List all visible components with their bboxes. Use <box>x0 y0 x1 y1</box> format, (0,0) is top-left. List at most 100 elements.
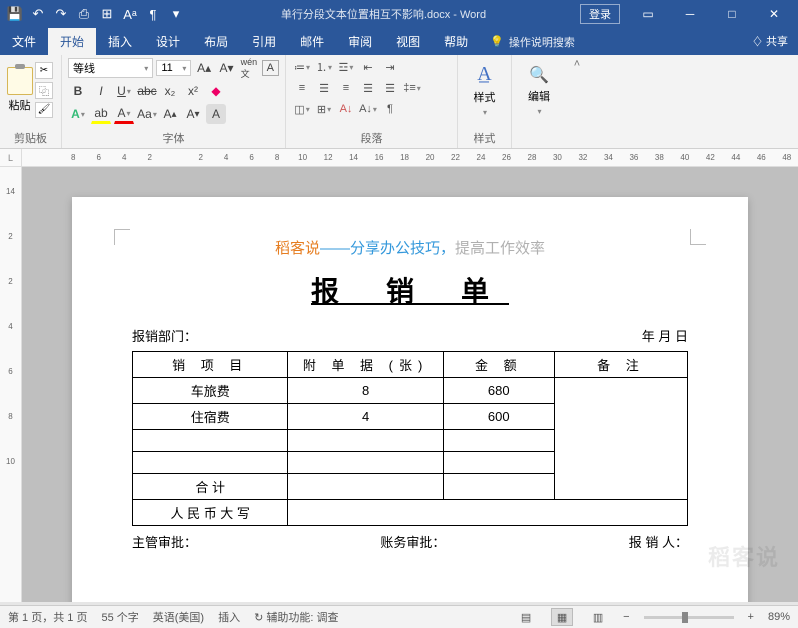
qat-btn[interactable]: ⎙ <box>73 3 95 25</box>
highlight-icon[interactable]: ab <box>91 104 111 124</box>
multilevel-icon[interactable]: ☲▾ <box>336 58 356 76</box>
tab-insert[interactable]: 插入 <box>96 28 144 55</box>
change-case-icon[interactable]: Aa▾ <box>137 104 157 124</box>
text-effects-icon[interactable]: A▾ <box>68 104 88 124</box>
table-rmb-row: 人 民 币 大 写 <box>133 500 688 526</box>
strikethrough-icon[interactable]: abc <box>137 81 157 101</box>
shading-icon[interactable]: ◫▾ <box>292 100 312 118</box>
tell-me-search[interactable]: 💡操作说明搜索 <box>480 28 585 55</box>
close-icon[interactable]: ✕ <box>754 1 794 27</box>
table-row: 车旅费8680 <box>133 378 688 404</box>
styles-button[interactable]: A̲ 样式 ▾ <box>464 58 505 122</box>
zoom-out-icon[interactable]: − <box>623 611 629 623</box>
zoom-level[interactable]: 89% <box>768 611 790 623</box>
char-border-icon[interactable]: A <box>262 60 279 76</box>
read-mode-icon[interactable]: ▤ <box>515 608 537 626</box>
grow-font-icon[interactable]: A▴ <box>194 58 213 78</box>
group-label-font: 字体 <box>68 128 279 146</box>
page-title: 报 销 单 <box>132 270 688 310</box>
zoom-in-icon[interactable]: + <box>748 611 754 623</box>
enclose-char-icon[interactable]: A <box>206 104 226 124</box>
watermark: 稻客说 <box>708 540 780 572</box>
minimize-icon[interactable]: ─ <box>670 1 710 27</box>
status-words[interactable]: 55 个字 <box>101 609 138 625</box>
approval-footer: 主管审批： 账务审批： 报 销 人： <box>132 532 688 551</box>
tab-review[interactable]: 审阅 <box>336 28 384 55</box>
tab-file[interactable]: 文件 <box>0 28 48 55</box>
group-label-clipboard: 剪贴板 <box>6 128 55 146</box>
tab-mailings[interactable]: 邮件 <box>288 28 336 55</box>
copy-icon[interactable]: ⿻ <box>35 82 53 99</box>
document-title: 单行分段文本位置相互不影响.docx - Word <box>187 6 580 22</box>
tab-references[interactable]: 引用 <box>240 28 288 55</box>
distribute-icon[interactable]: ☰ <box>380 79 400 97</box>
align-left-icon[interactable]: ≡ <box>292 79 312 97</box>
shrink-font-icon[interactable]: A▾ <box>217 58 236 78</box>
qat-dropdown-icon[interactable]: ▾ <box>165 3 187 25</box>
login-button[interactable]: 登录 <box>580 4 620 24</box>
redo-icon[interactable]: ↷ <box>50 3 72 25</box>
meta-row: 报销部门： 年 月 日 <box>132 326 688 345</box>
tab-view[interactable]: 视图 <box>384 28 432 55</box>
share-button[interactable]: ♢ 共享 <box>742 28 798 55</box>
decrease-indent-icon[interactable]: ⇤ <box>358 58 378 76</box>
margin-corner-icon <box>690 229 706 245</box>
shrink-font2-icon[interactable]: A▾ <box>183 104 203 124</box>
increase-indent-icon[interactable]: ⇥ <box>380 58 400 76</box>
styles-icon: A̲ <box>477 63 491 86</box>
underline-icon[interactable]: U▾ <box>114 81 134 101</box>
tab-help[interactable]: 帮助 <box>432 28 480 55</box>
bold-icon[interactable]: B <box>68 81 88 101</box>
qat-btn[interactable]: Aᵃ <box>119 3 141 25</box>
tab-home[interactable]: 开始 <box>48 28 96 55</box>
editing-button[interactable]: 🔍 编辑 ▾ <box>518 58 560 122</box>
italic-icon[interactable]: I <box>91 81 111 101</box>
status-mode[interactable]: 插入 <box>218 609 240 625</box>
qat-btn[interactable]: ⊞ <box>96 3 118 25</box>
sort2-icon[interactable]: A↓▾ <box>358 100 378 118</box>
page[interactable]: 稻客说——分享办公技巧，提高工作效率 报 销 单 报销部门： 年 月 日 销 项… <box>72 197 748 602</box>
status-page[interactable]: 第 1 页，共 1 页 <box>8 609 87 625</box>
ruler-vertical[interactable]: 142246810 <box>0 167 22 602</box>
borders-icon[interactable]: ⊞▾ <box>314 100 334 118</box>
ruler-horizontal[interactable]: 8642246810121416182022242628303234363840… <box>22 149 798 167</box>
print-layout-icon[interactable]: ▦ <box>551 608 573 626</box>
show-marks-icon[interactable]: ¶ <box>380 100 400 118</box>
table-header-row: 销 项 目 附 单 据 (张) 金 额 备 注 <box>133 352 688 378</box>
subscript-icon[interactable]: x₂ <box>160 81 180 101</box>
reimbursement-table: 销 项 目 附 单 据 (张) 金 额 备 注 车旅费8680 住宿费4600 … <box>132 351 688 526</box>
grow-font2-icon[interactable]: A▴ <box>160 104 180 124</box>
sort-icon[interactable]: A↓ <box>336 100 356 118</box>
collapse-ribbon-icon[interactable]: ˄ <box>566 55 588 148</box>
web-layout-icon[interactable]: ▥ <box>587 608 609 626</box>
phonetic-icon[interactable]: wén文 <box>239 58 258 78</box>
status-access[interactable]: ↻ 辅助功能: 调查 <box>254 609 338 625</box>
line-spacing-icon[interactable]: ‡≡▾ <box>402 79 422 97</box>
group-label-paragraph: 段落 <box>292 128 451 146</box>
align-right-icon[interactable]: ≡ <box>336 79 356 97</box>
numbering-icon[interactable]: ⒈▾ <box>314 58 334 76</box>
zoom-slider[interactable] <box>644 616 734 619</box>
bullets-icon[interactable]: ≔▾ <box>292 58 312 76</box>
font-name-select[interactable]: 等线▾ <box>68 58 153 78</box>
document-canvas[interactable]: 稻客说——分享办公技巧，提高工作效率 报 销 单 报销部门： 年 月 日 销 项… <box>22 167 798 602</box>
tab-design[interactable]: 设计 <box>144 28 192 55</box>
cut-icon[interactable]: ✂ <box>35 62 53 79</box>
undo-icon[interactable]: ↶ <box>27 3 49 25</box>
clear-format-icon[interactable]: ◆ <box>206 81 226 101</box>
save-icon[interactable]: 💾 <box>4 3 26 25</box>
align-center-icon[interactable]: ☰ <box>314 79 334 97</box>
font-size-select[interactable]: 11▾ <box>156 60 191 76</box>
tab-layout[interactable]: 布局 <box>192 28 240 55</box>
superscript-icon[interactable]: x² <box>183 81 203 101</box>
qat-btn[interactable]: ¶ <box>142 3 164 25</box>
paste-icon <box>7 67 33 95</box>
ribbon-options-icon[interactable]: ▭ <box>628 1 668 27</box>
maximize-icon[interactable]: □ <box>712 1 752 27</box>
font-color-icon[interactable]: A▾ <box>114 104 134 124</box>
group-label-styles: 样式 <box>464 128 505 146</box>
justify-icon[interactable]: ☰ <box>358 79 378 97</box>
status-lang[interactable]: 英语(美国) <box>153 609 204 625</box>
paste-button[interactable]: 粘贴 <box>6 58 33 122</box>
format-painter-icon[interactable]: 🖌 <box>35 102 53 119</box>
